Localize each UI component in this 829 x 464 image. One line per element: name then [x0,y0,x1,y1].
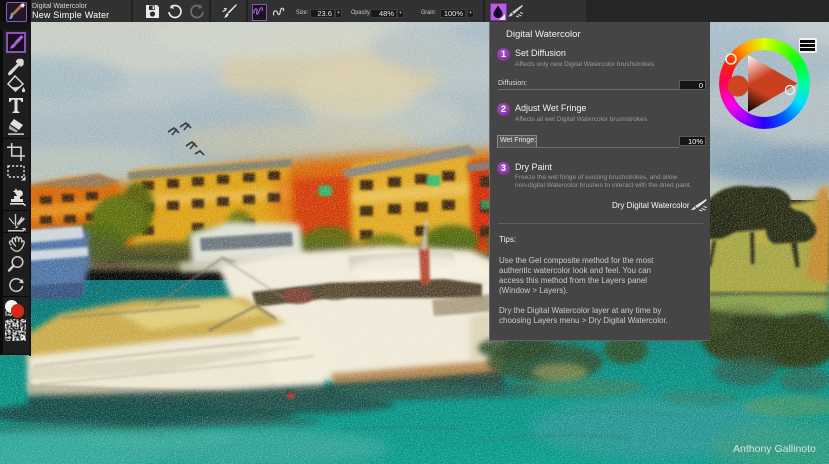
svg-text:Anthony Gallinoto: Anthony Gallinoto [733,443,816,455]
